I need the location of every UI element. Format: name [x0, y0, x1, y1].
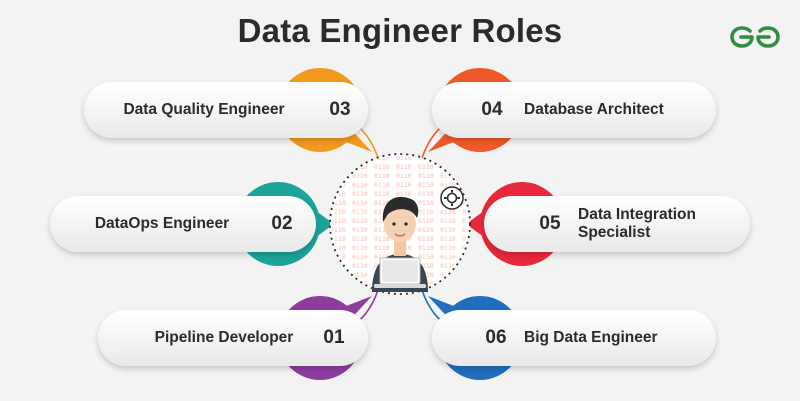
role-label-03: Data Quality Engineer: [123, 101, 285, 118]
role-number-06: 06: [485, 327, 507, 348]
gear-icon: [440, 186, 464, 210]
geeksforgeeks-logo-icon: [730, 26, 780, 48]
role-label-01: Pipeline Developer: [154, 329, 294, 346]
center-illustration: [329, 153, 471, 295]
role-number-05: 05: [539, 213, 561, 234]
role-number-04: 04: [481, 99, 503, 120]
role-number-01: 01: [323, 327, 345, 348]
role-label-02: DataOps Engineer: [94, 215, 230, 232]
role-label-04: Database Architect: [524, 101, 664, 118]
laptop-icon: [374, 257, 426, 288]
role-label-05: Data Integration Specialist: [578, 206, 696, 241]
role-number-03: 03: [329, 99, 351, 120]
role-number-02: 02: [271, 213, 293, 234]
page-title: Data Engineer Roles: [237, 12, 563, 49]
role-label-06: Big Data Engineer: [524, 329, 658, 346]
